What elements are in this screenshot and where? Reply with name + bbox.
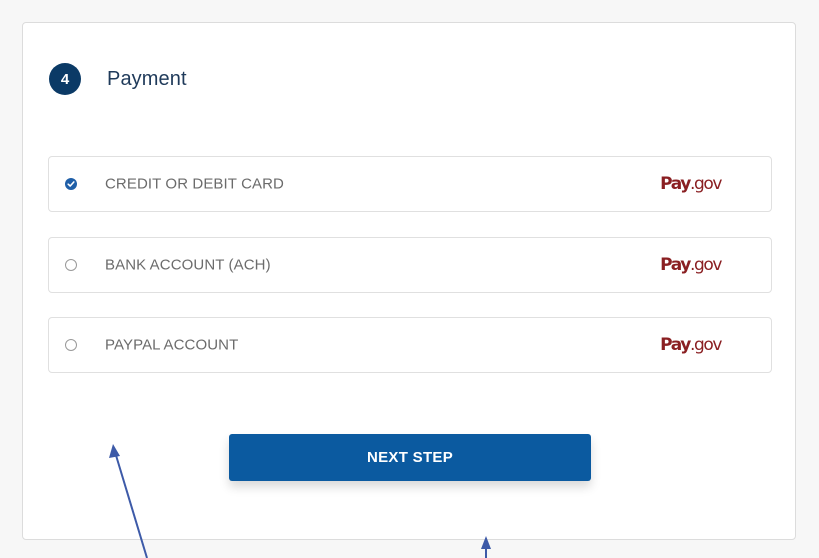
radio-unchecked-icon[interactable] [65, 259, 77, 271]
payment-option-label: PAYPAL ACCOUNT [105, 336, 239, 354]
page: 4 Payment CREDIT OR DEBIT CARD Pay.gov B… [0, 0, 819, 558]
payment-option-label: BANK ACCOUNT (ACH) [105, 256, 271, 274]
payment-option-credit-card[interactable]: CREDIT OR DEBIT CARD Pay.gov [48, 156, 772, 212]
step-number-badge: 4 [49, 63, 81, 95]
payment-option-paypal[interactable]: PAYPAL ACCOUNT Pay.gov [48, 317, 772, 373]
checkmark-icon [67, 181, 75, 187]
step-title: Payment [107, 67, 187, 90]
step-header: 4 Payment [49, 63, 187, 95]
payment-card: 4 Payment CREDIT OR DEBIT CARD Pay.gov B… [22, 22, 796, 540]
radio-unchecked-icon[interactable] [65, 339, 77, 351]
payment-option-label: CREDIT OR DEBIT CARD [105, 175, 284, 193]
payment-option-bank-account[interactable]: BANK ACCOUNT (ACH) Pay.gov [48, 237, 772, 293]
radio-checked-icon[interactable] [65, 178, 77, 190]
paygov-logo: Pay.gov [660, 335, 722, 355]
paygov-logo: Pay.gov [660, 174, 722, 194]
next-step-button[interactable]: NEXT STEP [229, 434, 591, 481]
paygov-logo: Pay.gov [660, 255, 722, 275]
